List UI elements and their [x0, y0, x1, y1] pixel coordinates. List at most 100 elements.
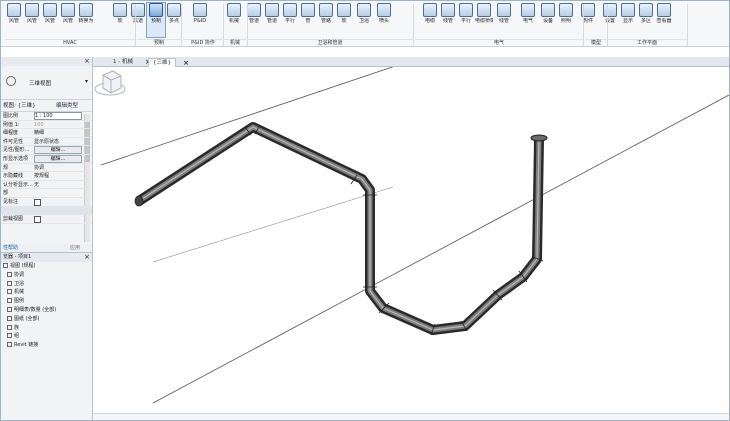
ribbon-button-label: 电缆	[424, 18, 435, 24]
3d-viewport[interactable]	[93, 67, 729, 413]
left-panel: × 三维视图 ▾ 视图: {三维} 编辑类型 图比例 1 : 100 例值 1: 10…	[1, 57, 93, 420]
viewcube-icon[interactable]	[93, 67, 127, 101]
ribbon-button-label: 构件	[582, 18, 593, 24]
ribbon-button[interactable]: 平行	[457, 3, 475, 37]
ribbon-button-label: 风管	[62, 18, 73, 24]
view-tab[interactable]: 1 - 机械×	[109, 58, 151, 67]
ribbon-button[interactable]: 电缆	[421, 3, 439, 37]
browser-item[interactable]: Revit 链接	[1, 341, 92, 350]
ribbon-tool-icon	[43, 3, 57, 17]
ribbon-button-label: 卫浴	[358, 18, 369, 24]
pipe-end-cap	[530, 134, 548, 142]
edit-type-button[interactable]: 编辑类型	[56, 100, 78, 112]
property-row: 规 协调	[1, 164, 92, 173]
ribbon-button[interactable]: 线管	[495, 3, 513, 37]
grid-line	[152, 186, 394, 263]
ribbon-group-separator	[413, 4, 414, 46]
chevron-down-icon[interactable]: ▾	[85, 78, 88, 85]
browser-item[interactable]: 机械	[1, 288, 92, 297]
ribbon-button[interactable]: 管道	[263, 3, 281, 37]
property-value[interactable]: 编辑...	[34, 146, 82, 155]
ribbon-button[interactable]: 软	[335, 3, 353, 37]
ribbon-button[interactable]: 风管	[23, 3, 41, 37]
browser-item[interactable]: 图纸 (全部)	[1, 315, 92, 324]
ribbon-tool-icon	[541, 3, 555, 17]
ribbon-button[interactable]: 设置	[601, 3, 619, 37]
browser-item-label: 卫浴	[14, 280, 25, 287]
browser-item[interactable]: 视图 (规程)	[1, 262, 92, 271]
tree-node-icon	[7, 280, 12, 286]
browser-item[interactable]: 图例	[1, 297, 92, 306]
ribbon-button[interactable]: P&ID	[191, 3, 209, 37]
ribbon-tool-icon	[7, 3, 21, 17]
ribbon-button[interactable]: 风道	[129, 3, 147, 37]
browser-item[interactable]: 明细表/数量 (全部)	[1, 306, 92, 315]
ribbon-button[interactable]: 管路	[317, 3, 335, 37]
ribbon-button[interactable]: 喷头	[375, 3, 393, 37]
ribbon-button[interactable]: 显示	[619, 3, 637, 37]
ribbon-button-label: 管	[305, 18, 311, 24]
close-icon[interactable]: ×	[84, 253, 90, 262]
ribbon-group-label: 预制	[137, 39, 181, 47]
ribbon-group-separator	[687, 4, 688, 46]
ribbon-button[interactable]: 电缆桥架	[475, 3, 493, 37]
ribbon-button-label: 风管	[26, 18, 37, 24]
ribbon-tool-icon	[357, 3, 371, 17]
browser-item[interactable]: 卫浴	[1, 280, 92, 289]
ribbon-button[interactable]: 机械	[225, 3, 243, 37]
property-row: 例值 1: 100	[1, 121, 92, 130]
ribbon-group-label: HVAC	[5, 39, 135, 47]
close-icon[interactable]: ×	[84, 57, 90, 66]
ribbon-button[interactable]: 预制	[146, 2, 166, 38]
view-tab-bar: 1 - 机械×{三维}×	[1, 57, 729, 67]
property-name: 部	[3, 190, 9, 197]
ribbon-button[interactable]: 构件	[579, 3, 597, 37]
property-value[interactable]: 编辑...	[34, 154, 82, 163]
ribbon-button[interactable]: 软	[111, 3, 129, 37]
browser-item[interactable]: 组	[1, 332, 92, 341]
view-selector[interactable]: 视图: {三维}	[3, 103, 36, 109]
ribbon-button[interactable]: 转换为	[77, 3, 95, 37]
apply-button[interactable]: 应用	[70, 244, 80, 253]
ribbon-button[interactable]: 多区	[637, 3, 655, 37]
type-selector[interactable]: 三维视图 ▾	[1, 66, 92, 100]
property-row: 图比例 1 : 100	[1, 112, 92, 121]
ribbon-button[interactable]: 设备	[539, 3, 557, 37]
properties-help-bar: 性帮助 应用	[1, 244, 92, 253]
ribbon-button[interactable]: 卫浴	[355, 3, 373, 37]
view-tab[interactable]: {三维} ×	[148, 58, 189, 67]
model-canvas[interactable]	[93, 67, 729, 413]
property-checkbox[interactable]	[34, 216, 41, 224]
ribbon-button-label: 平行	[284, 18, 295, 24]
browser-item-label: Revit 链接	[14, 342, 39, 349]
ribbon-button[interactable]: 风管	[5, 3, 23, 37]
ribbon-tool-icon	[657, 3, 671, 17]
revit-window: 风管 风管 风管 风管 转换为软风道 预制 多点 P&ID 机械 管道 管道 平行管管路软卫浴 喷头 电缆…	[0, 0, 730, 421]
property-row: 部	[1, 189, 92, 198]
property-checkbox[interactable]	[34, 198, 41, 206]
browser-item-label: 明细表/数量 (全部)	[14, 306, 57, 313]
ribbon-button[interactable]: 管	[299, 3, 317, 37]
ribbon-button[interactable]: 平行	[281, 3, 299, 37]
property-name: 认分析显示...	[3, 181, 33, 188]
ribbon-button-label: 软	[341, 18, 347, 24]
property-value[interactable]: 1 : 100	[34, 112, 82, 120]
browser-item[interactable]: 族	[1, 324, 92, 333]
ribbon-button-label: 风道	[132, 18, 143, 24]
ribbon-button[interactable]: 风管	[59, 3, 77, 37]
ribbon-button[interactable]: 查看器	[655, 3, 673, 37]
ribbon-tool-icon	[193, 3, 207, 17]
properties-help-link[interactable]: 性帮助	[3, 244, 18, 253]
browser-item-label: 族	[14, 324, 20, 331]
ribbon-button-label: 管道	[266, 18, 277, 24]
pipe-run[interactable]	[134, 122, 548, 336]
ribbon-button[interactable]: 风管	[41, 3, 59, 37]
ribbon-tool-icon	[79, 3, 93, 17]
browser-item[interactable]: 协调	[1, 271, 92, 280]
ribbon-button[interactable]: 电气	[519, 3, 537, 37]
ribbon-tool-icon	[113, 3, 127, 17]
ribbon-button-label: 设置	[604, 18, 615, 24]
ribbon-button-label: 电缆桥架	[475, 18, 493, 24]
ribbon-button[interactable]: 照明	[557, 3, 575, 37]
ribbon-button[interactable]: 线管	[439, 3, 457, 37]
